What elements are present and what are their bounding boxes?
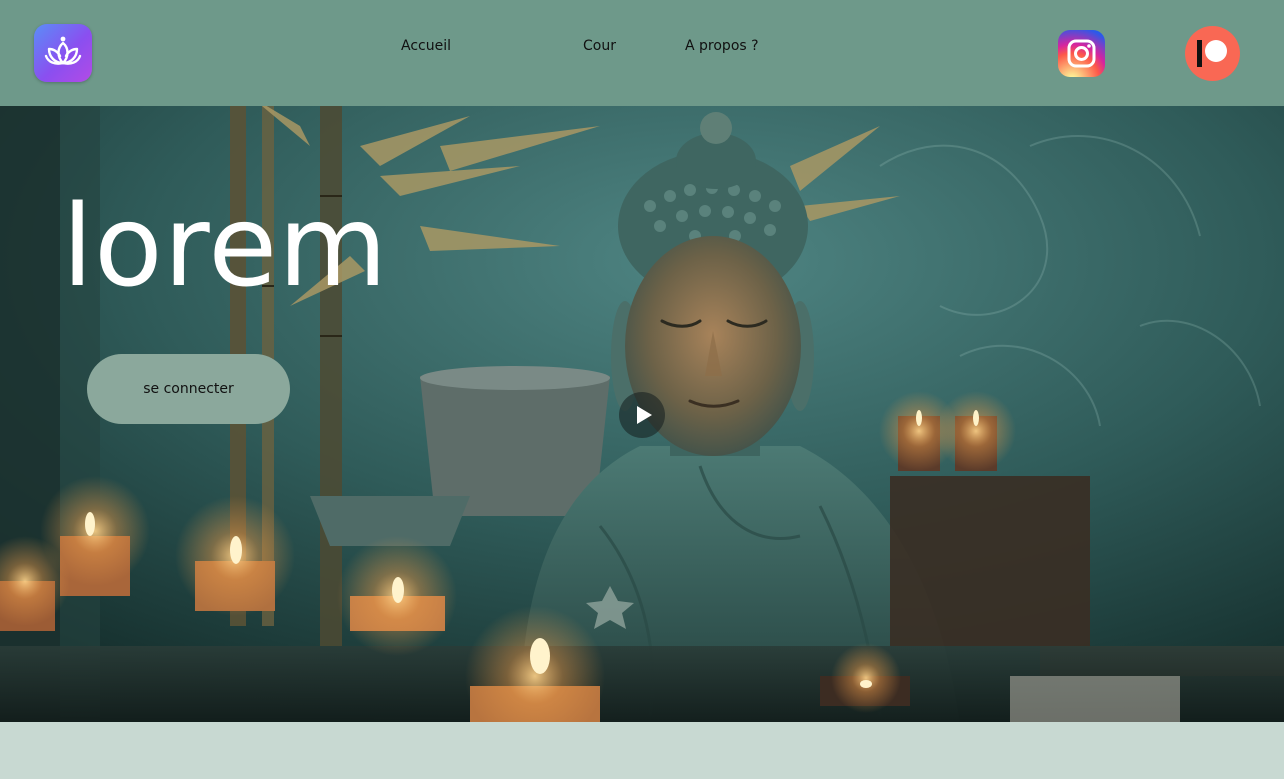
connect-button[interactable]: se connecter [87, 354, 290, 424]
lotus-logo-icon[interactable] [34, 24, 92, 82]
page-footer-band [0, 722, 1284, 779]
instagram-icon[interactable] [1058, 30, 1105, 77]
nav-link-cour[interactable]: Cour [583, 38, 616, 54]
site-header: Accueil Cour A propos ? [0, 0, 1284, 106]
hero-section: lorem se connecter [0, 106, 1284, 722]
hero-title: lorem [62, 182, 389, 312]
nav-link-accueil[interactable]: Accueil [401, 38, 451, 54]
patreon-icon[interactable] [1185, 26, 1240, 81]
play-icon[interactable] [619, 392, 665, 438]
nav-link-a-propos[interactable]: A propos ? [685, 38, 759, 54]
